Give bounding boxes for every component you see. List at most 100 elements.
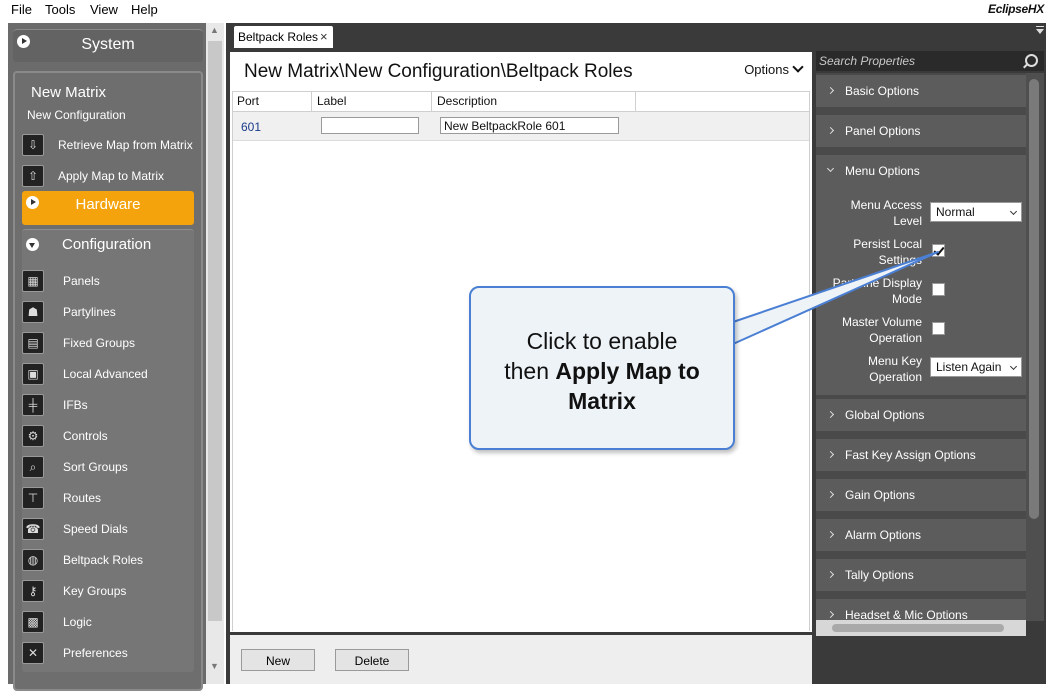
system-section-header[interactable]: System: [13, 29, 203, 62]
property-list: Basic Options Panel Options Menu Options…: [816, 73, 1026, 621]
system-label: System: [81, 36, 135, 53]
persist-local-settings-label: Persist Local Settings: [853, 237, 922, 267]
configuration-section: [22, 229, 194, 672]
options-button[interactable]: Options: [744, 61, 804, 77]
fixed-groups-icon: ▤: [22, 332, 44, 354]
properties-scrollbar[interactable]: [1026, 73, 1044, 621]
sidebar-item-fixed-groups[interactable]: ▤ Fixed Groups: [22, 330, 202, 356]
delete-button[interactable]: Delete: [335, 649, 409, 671]
hardware-label: Hardware: [75, 196, 141, 213]
sidebar-item-speed-dials[interactable]: ☎ Speed Dials: [22, 516, 202, 542]
app-logo: EclipseHX: [988, 2, 1044, 16]
menu-bar: File Tools View Help EclipseHX: [0, 0, 1046, 19]
sidebar-item-label: Panels: [63, 274, 100, 288]
column-header-description[interactable]: Description: [437, 94, 497, 108]
sidebar-item-key-groups[interactable]: ⚷ Key Groups: [22, 578, 202, 604]
menu-key-operation-select[interactable]: Listen Again: [930, 357, 1022, 377]
new-button[interactable]: New: [241, 649, 315, 671]
callout-text: Click to enable then Apply Map to Matrix: [504, 328, 700, 414]
menu-options-body: Menu Access Level Normal Persist Local Set…: [816, 187, 1026, 395]
tab-beltpack-roles[interactable]: Beltpack Roles ×: [234, 26, 333, 48]
partyline-display-mode-checkbox[interactable]: [932, 283, 945, 296]
scrollbar-thumb[interactable]: [208, 41, 222, 621]
scrollbar-thumb[interactable]: [832, 624, 1004, 632]
section-basic-options[interactable]: Basic Options: [816, 75, 1026, 107]
sidebar-item-preferences[interactable]: ✕ Preferences: [22, 640, 202, 666]
menu-view[interactable]: View: [90, 2, 118, 17]
persist-local-settings-checkbox[interactable]: [932, 244, 945, 257]
table-row[interactable]: 601: [233, 112, 809, 141]
section-label: Fast Key Assign Options: [845, 448, 976, 462]
search-properties[interactable]: Search Properties: [816, 51, 1044, 71]
section-fast-key-assign-options[interactable]: Fast Key Assign Options: [816, 439, 1026, 471]
properties-panel: Search Properties Basic Options Panel Op…: [814, 23, 1046, 684]
section-label: Alarm Options: [845, 528, 922, 542]
scroll-up-icon[interactable]: ▲: [210, 25, 219, 35]
chevron-right-icon: [826, 126, 835, 135]
chevron-right-icon: [826, 530, 835, 539]
menu-tools[interactable]: Tools: [45, 2, 75, 17]
menu-access-level-select[interactable]: Normal: [930, 202, 1022, 222]
sidebar-item-label: Sort Groups: [63, 460, 128, 474]
sidebar-item-sort-groups[interactable]: ⌕ Sort Groups: [22, 454, 202, 480]
hardware-section-header[interactable]: Hardware: [22, 191, 194, 225]
chevron-right-icon: [826, 86, 835, 95]
sidebar-item-label: Routes: [63, 491, 102, 505]
preferences-icon: ✕: [22, 642, 44, 664]
section-menu-options[interactable]: Menu Options: [816, 155, 1026, 187]
section-alarm-options[interactable]: Alarm Options: [816, 519, 1026, 551]
beltpack-roles-icon: ◍: [22, 549, 44, 571]
grid-header: Port Label Description: [233, 92, 809, 112]
section-label: Basic Options: [845, 84, 920, 98]
menu-file[interactable]: File: [11, 2, 32, 17]
partyline-display-mode-label: Partyline Display Mode: [832, 276, 922, 306]
sidebar-item-beltpack-roles[interactable]: ◍ Beltpack Roles: [22, 547, 202, 573]
sidebar-item-label: Speed Dials: [63, 522, 128, 536]
collapse-icon[interactable]: [26, 238, 39, 251]
search-icon[interactable]: [1025, 54, 1038, 67]
options-label: Options: [744, 62, 789, 77]
key-groups-icon: ⚷: [22, 580, 44, 602]
local-advanced-icon: ▣: [22, 363, 44, 385]
matrix-title: New Matrix: [31, 84, 107, 101]
menu-help[interactable]: Help: [131, 2, 158, 17]
sidebar-item-partylines[interactable]: ☗ Partylines: [22, 299, 202, 325]
section-headset-mic-options[interactable]: Headset & Mic Options: [816, 599, 1026, 621]
page-title: New Matrix\New Configuration\Beltpack Ro…: [244, 61, 633, 82]
section-tally-options[interactable]: Tally Options: [816, 559, 1026, 591]
configuration-label[interactable]: Configuration: [62, 236, 151, 253]
scroll-down-icon[interactable]: ▼: [210, 661, 219, 671]
section-panel-options[interactable]: Panel Options: [816, 115, 1026, 147]
chevron-right-icon: [826, 410, 835, 419]
panel-dropdown-icon[interactable]: [1036, 29, 1044, 34]
description-input[interactable]: [440, 117, 619, 134]
sidebar-item-ifbs[interactable]: ╪ IFBs: [22, 392, 202, 418]
sidebar-item-controls[interactable]: ⚙ Controls: [22, 423, 202, 449]
sidebar-item-logic[interactable]: ▩ Logic: [22, 609, 202, 635]
apply-map-button[interactable]: ⇧ Apply Map to Matrix: [22, 163, 202, 189]
chevron-down-icon: [1009, 207, 1018, 216]
retrieve-map-button[interactable]: ⇩ Retrieve Map from Matrix: [22, 132, 202, 158]
sidebar-item-routes[interactable]: ⊤ Routes: [22, 485, 202, 511]
sidebar-item-local-advanced[interactable]: ▣ Local Advanced: [22, 361, 202, 387]
column-header-port[interactable]: Port: [237, 94, 259, 108]
sidebar-scrollbar[interactable]: ▲ ▼: [206, 23, 224, 684]
sidebar-item-label: Beltpack Roles: [63, 553, 144, 567]
scrollbar-thumb[interactable]: [1029, 79, 1039, 519]
label-input[interactable]: [321, 117, 419, 134]
properties-horizontal-scrollbar[interactable]: [816, 620, 1026, 636]
column-header-label[interactable]: Label: [317, 94, 346, 108]
master-volume-operation-checkbox[interactable]: [932, 322, 945, 335]
master-volume-operation-label: Master Volume Operation: [841, 315, 922, 345]
section-global-options[interactable]: Global Options: [816, 399, 1026, 431]
close-icon[interactable]: ×: [320, 29, 328, 44]
configuration-title: New Configuration: [27, 108, 126, 122]
sidebar-item-panels[interactable]: ▦ Panels: [22, 268, 202, 294]
panel-menu-icon[interactable]: [1036, 26, 1044, 27]
search-input[interactable]: Search Properties: [819, 54, 915, 68]
section-label: Global Options: [845, 408, 925, 422]
sidebar-item-label: Local Advanced: [63, 367, 148, 381]
sidebar: System New Matrix New Configuration ⇩ Re…: [8, 23, 206, 691]
sort-groups-icon: ⌕: [22, 456, 44, 478]
section-gain-options[interactable]: Gain Options: [816, 479, 1026, 511]
